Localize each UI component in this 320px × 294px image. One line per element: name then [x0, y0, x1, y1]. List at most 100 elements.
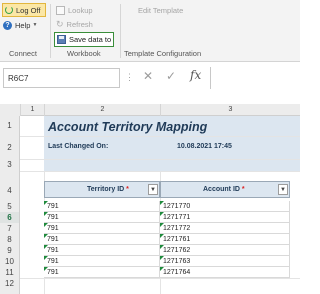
edit-template-button[interactable]: Edit Template	[138, 3, 183, 17]
log-off-button[interactable]: Log Off	[2, 3, 46, 17]
insert-function-icon[interactable]: fx	[190, 68, 201, 82]
gridline	[20, 171, 300, 172]
cell-value: 1271763	[163, 258, 191, 265]
table-cell-territory-id[interactable]: 791	[44, 223, 160, 234]
cell-value: 791	[47, 247, 59, 254]
refresh-icon: ↻	[56, 18, 64, 29]
row-number[interactable]: 5	[0, 201, 20, 212]
row-number[interactable]: 6	[0, 212, 20, 223]
row-number[interactable]: 9	[0, 245, 20, 256]
row-number[interactable]: 11	[0, 267, 20, 278]
error-indicator-icon	[160, 256, 164, 260]
error-indicator-icon	[160, 212, 164, 216]
filter-dropdown-icon[interactable]: ▼	[148, 184, 158, 195]
column-header-1[interactable]: 1	[20, 104, 44, 116]
cell-value: 1271761	[163, 236, 191, 243]
row-number[interactable]: 12	[0, 278, 20, 294]
cell-value: 791	[47, 225, 59, 232]
error-indicator-icon	[44, 212, 48, 216]
table-cell-account-id[interactable]: 1271763	[160, 256, 290, 267]
row-number[interactable]: 3	[0, 159, 20, 171]
log-off-label: Log Off	[16, 5, 41, 15]
cell-value: 791	[47, 258, 59, 265]
table-cell-territory-id[interactable]: 791	[44, 245, 160, 256]
error-indicator-icon	[160, 267, 164, 271]
table-cell-territory-id[interactable]: 791	[44, 234, 160, 245]
row-number[interactable]: 10	[0, 256, 20, 267]
account-id-header-label: Account ID *	[203, 186, 245, 193]
required-mark: *	[241, 186, 245, 193]
gridline	[20, 136, 300, 137]
row-number[interactable]: 4	[0, 171, 20, 201]
error-indicator-icon	[44, 267, 48, 271]
help-button[interactable]: ? Help ▼	[3, 18, 37, 32]
territory-id-header[interactable]: Territory ID * ▼	[44, 181, 160, 198]
save-data-to-button[interactable]: Save data to	[54, 32, 114, 47]
error-indicator-icon	[44, 234, 48, 238]
error-indicator-icon	[44, 223, 48, 227]
lookup-label: Lookup	[68, 5, 93, 15]
group-separator	[50, 4, 51, 58]
edit-template-label: Edit Template	[138, 5, 184, 15]
row-number[interactable]: 8	[0, 234, 20, 245]
sheet-title: Account Territory Mapping	[48, 120, 208, 134]
error-indicator-icon	[160, 245, 164, 249]
gridline	[20, 278, 300, 279]
help-label: Help	[15, 20, 31, 30]
worksheet-grid[interactable]: 1 2 3 Account Territory Mapping Last Cha…	[0, 104, 300, 294]
lookup-icon	[56, 5, 65, 15]
cell-value: 791	[47, 214, 59, 221]
chevron-down-icon: ▼	[32, 22, 38, 28]
ribbon: Log Off ? Help ▼ Lookup ↻ Refresh Save d…	[0, 0, 300, 62]
name-box[interactable]: R6C7	[3, 68, 120, 88]
last-changed-value: 10.08.2021 17:45	[177, 143, 232, 150]
error-indicator-icon	[44, 256, 48, 260]
column-header-3[interactable]: 3	[160, 104, 300, 116]
row-number[interactable]: 7	[0, 223, 20, 234]
row-number[interactable]: 2	[0, 136, 20, 159]
territory-id-header-label: Territory ID *	[87, 186, 129, 193]
table-cell-account-id[interactable]: 1271762	[160, 245, 290, 256]
refresh-label: Refresh	[66, 19, 93, 29]
error-indicator-icon	[160, 223, 164, 227]
lookup-button[interactable]: Lookup	[56, 3, 93, 17]
cancel-icon[interactable]: ✕	[143, 69, 153, 83]
gridline	[20, 159, 300, 160]
table-cell-account-id[interactable]: 1271771	[160, 212, 290, 223]
table-cell-account-id[interactable]: 1271772	[160, 223, 290, 234]
more-options-icon[interactable]: ⋮	[125, 72, 134, 83]
last-changed-label: Last Changed On:	[48, 143, 109, 150]
table-cell-territory-id[interactable]: 791	[44, 201, 160, 212]
filter-dropdown-icon[interactable]: ▼	[278, 184, 288, 195]
error-indicator-icon	[160, 234, 164, 238]
column-header-2[interactable]: 2	[44, 104, 160, 116]
cell-value: 1271771	[163, 214, 191, 221]
table-cell-account-id[interactable]: 1271770	[160, 201, 290, 212]
save-icon	[57, 35, 66, 44]
power-icon	[5, 6, 13, 14]
group-separator	[120, 4, 121, 58]
error-indicator-icon	[44, 245, 48, 249]
table-cell-territory-id[interactable]: 791	[44, 256, 160, 267]
cell-value: 1271762	[163, 247, 191, 254]
row-number[interactable]: 1	[0, 116, 20, 136]
territory-id-header-text: Territory ID	[87, 186, 125, 193]
refresh-button[interactable]: ↻ Refresh	[56, 17, 93, 31]
cell-value: 1271770	[163, 203, 191, 210]
formula-input[interactable]	[210, 67, 300, 89]
error-indicator-icon	[44, 201, 48, 205]
group-label-template-configuration: Template Configuration	[124, 49, 202, 58]
enter-icon[interactable]: ✓	[166, 69, 176, 83]
select-all-corner[interactable]	[0, 104, 20, 116]
account-id-header[interactable]: Account ID * ▼	[160, 181, 290, 198]
cell-value: 791	[47, 236, 59, 243]
cell-value: 791	[47, 203, 59, 210]
group-label-workbook: Workbook	[67, 49, 101, 58]
table-cell-account-id[interactable]: 1271761	[160, 234, 290, 245]
table-cell-territory-id[interactable]: 791	[44, 267, 160, 278]
save-data-to-label: Save data to	[69, 35, 112, 44]
table-cell-territory-id[interactable]: 791	[44, 212, 160, 223]
question-icon: ?	[3, 20, 12, 30]
group-label-connect: Connect	[9, 49, 37, 58]
table-cell-account-id[interactable]: 1271764	[160, 267, 290, 278]
